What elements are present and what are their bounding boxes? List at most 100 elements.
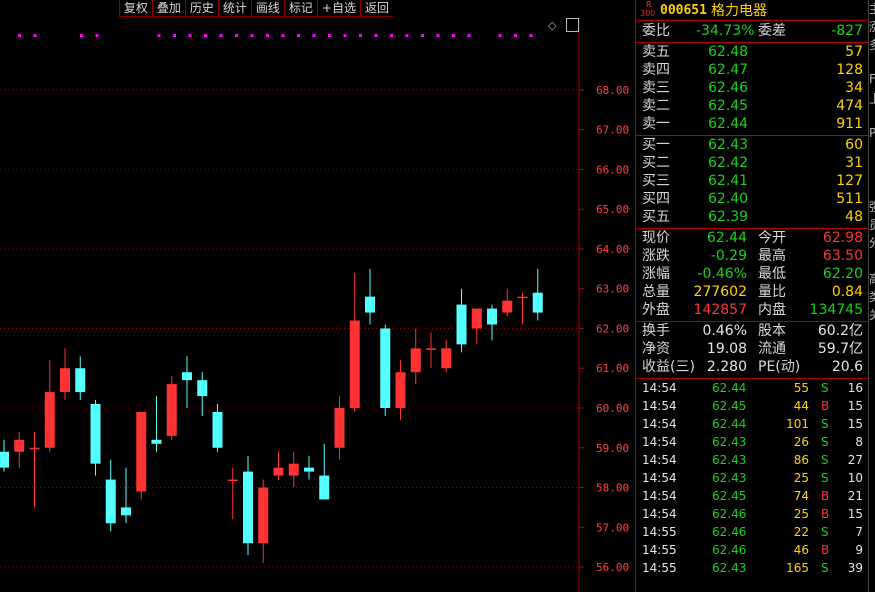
edge-char [869, 54, 875, 72]
tick-list[interactable]: 14:54 62.44 55 S 16 14:54 62.45 44 B 15 14:54 62.44… [636, 379, 869, 577]
price-tick-label: 67.00 [596, 124, 629, 137]
price-tick-label: 59.00 [596, 442, 629, 455]
tick-side: S [821, 561, 829, 575]
toolbar-button[interactable]: 统计 [217, 0, 251, 17]
buy-row[interactable]: 买二 62.42 31 [636, 154, 869, 172]
buy-row[interactable]: 买五 62.39 48 [636, 208, 869, 226]
candle-body [334, 407, 345, 448]
indicator-marker [452, 34, 455, 37]
indicator-marker [343, 34, 347, 37]
sell-row[interactable]: 卖二 62.45 474 [636, 97, 869, 115]
candle-body [105, 479, 116, 524]
sell-row[interactable]: 卖五 62.48 57 [636, 43, 869, 61]
candle-body [502, 300, 513, 313]
chart-window-icon[interactable] [566, 18, 579, 32]
sell-level-label: 卖一 [642, 116, 670, 132]
candlestick-chart[interactable]: 68.00 67.00 66.00 65.00 64.00 63.00 62.00 61.00… [0, 0, 635, 592]
tick-count: 8 [855, 435, 863, 449]
price-tick-label: 65.00 [596, 203, 629, 216]
tick-row[interactable]: 14:54 62.43 26 S 8 [636, 433, 869, 451]
sell-level-label: 卖二 [642, 98, 670, 114]
sell-level-label: 卖五 [642, 44, 670, 60]
price-tick-label: 68.00 [596, 84, 629, 97]
tick-time: 14:54 [642, 399, 677, 413]
toolbar-button[interactable]: 画线 [250, 0, 284, 17]
tick-row[interactable]: 14:54 62.46 25 B 15 [636, 505, 869, 523]
toolbar-button[interactable]: 标记 [283, 0, 317, 17]
edge-char: 关 [869, 306, 875, 324]
sell-price: 62.48 [708, 44, 749, 60]
tick-side: S [821, 525, 829, 539]
candle-body [456, 304, 467, 345]
tick-row[interactable]: 14:54 62.44 55 S 16 [636, 379, 869, 397]
tick-row[interactable]: 14:55 62.43 165 S 39 [636, 559, 869, 577]
candle-body [44, 392, 55, 448]
tick-row[interactable]: 14:54 62.43 86 S 27 [636, 451, 869, 469]
toolbar-button[interactable]: 叠加 [151, 0, 185, 17]
chart-settings-icon[interactable]: ◇ [548, 20, 560, 32]
buy-volume: 127 [836, 173, 863, 189]
quote-panel: R 300 000651 格力电器 委比 -34.73% 委差 -827 卖五 6… [635, 0, 869, 592]
price-tick-label: 64.00 [596, 243, 629, 256]
finance-label: 净资 [642, 341, 670, 357]
indicator-marker [18, 34, 21, 37]
quote-row: 外盘 142857 内盘 134745 [636, 301, 869, 319]
price-tick-label: 56.00 [596, 561, 629, 574]
indicator-marker [157, 34, 161, 37]
buy-level-label: 买五 [642, 209, 670, 225]
tick-time: 14:55 [642, 525, 677, 539]
price-tick-label: 66.00 [596, 163, 629, 176]
tick-row[interactable]: 14:54 62.43 25 S 10 [636, 469, 869, 487]
edge-char: 分 [869, 234, 875, 252]
edge-char: 涨 [869, 18, 875, 36]
candle-body [90, 404, 101, 464]
candle-body [395, 372, 406, 408]
quote-value: 134745 [809, 302, 863, 318]
candle-body [517, 296, 528, 299]
finance-summary: 换手 0.46% 股本 60.2亿 净资 19.08 流通 59.7亿 收益(三) 2.280 PE… [636, 322, 869, 379]
toolbar-button[interactable]: 历史 [184, 0, 218, 17]
buy-volume: 31 [845, 155, 863, 171]
buy-row[interactable]: 买三 62.41 127 [636, 172, 869, 190]
buy-price: 62.43 [708, 137, 749, 153]
candle-body [288, 463, 299, 476]
indicator-marker [374, 34, 378, 37]
sell-row[interactable]: 卖三 62.46 34 [636, 79, 869, 97]
buy-price: 62.39 [708, 209, 749, 225]
finance-value: 60.2亿 [817, 323, 863, 339]
tick-row[interactable]: 14:55 62.46 22 S 7 [636, 523, 869, 541]
tick-volume: 25 [793, 507, 809, 521]
finance-value: 20.6 [831, 359, 863, 375]
badge-number: 300 [640, 9, 656, 18]
tick-price: 62.46 [712, 543, 747, 557]
finance-value: 0.46% [702, 323, 747, 339]
sell-price: 62.45 [708, 98, 749, 114]
candle-body [532, 292, 543, 313]
sell-row[interactable]: 卖一 62.44 911 [636, 115, 869, 133]
indicator-marker [328, 34, 331, 37]
tick-side: S [821, 417, 829, 431]
candle-body [243, 471, 253, 544]
tick-row[interactable]: 14:54 62.44 101 S 15 [636, 415, 869, 433]
tick-count: 15 [847, 417, 863, 431]
tick-row[interactable]: 14:54 62.45 74 B 21 [636, 487, 869, 505]
indicator-marker [281, 34, 285, 37]
tick-count: 27 [847, 453, 863, 467]
tick-row[interactable]: 14:55 62.46 46 B 9 [636, 541, 869, 559]
tick-side: B [821, 543, 830, 557]
toolbar-button[interactable]: 复权 [118, 0, 152, 17]
quote-row: 总量 277602 量比 0.84 [636, 283, 869, 301]
tick-row[interactable]: 14:54 62.45 44 B 15 [636, 397, 869, 415]
buy-row[interactable]: 买一 62.43 60 [636, 136, 869, 154]
indicator-marker [235, 34, 238, 37]
toolbar-button[interactable]: 返回 [359, 0, 393, 17]
edge-char [869, 252, 875, 270]
buy-row[interactable]: 买四 62.40 511 [636, 190, 869, 208]
candle-body [349, 320, 360, 408]
indicator-marker [312, 34, 316, 37]
tick-price: 62.43 [712, 471, 747, 485]
quote-value: 63.50 [822, 248, 863, 264]
sell-row[interactable]: 卖四 62.47 128 [636, 61, 869, 79]
toolbar-button[interactable]: +自选 [316, 0, 360, 17]
kline-chart-area[interactable]: 68.00 67.00 66.00 65.00 64.00 63.00 62.00 61.00… [0, 0, 635, 592]
